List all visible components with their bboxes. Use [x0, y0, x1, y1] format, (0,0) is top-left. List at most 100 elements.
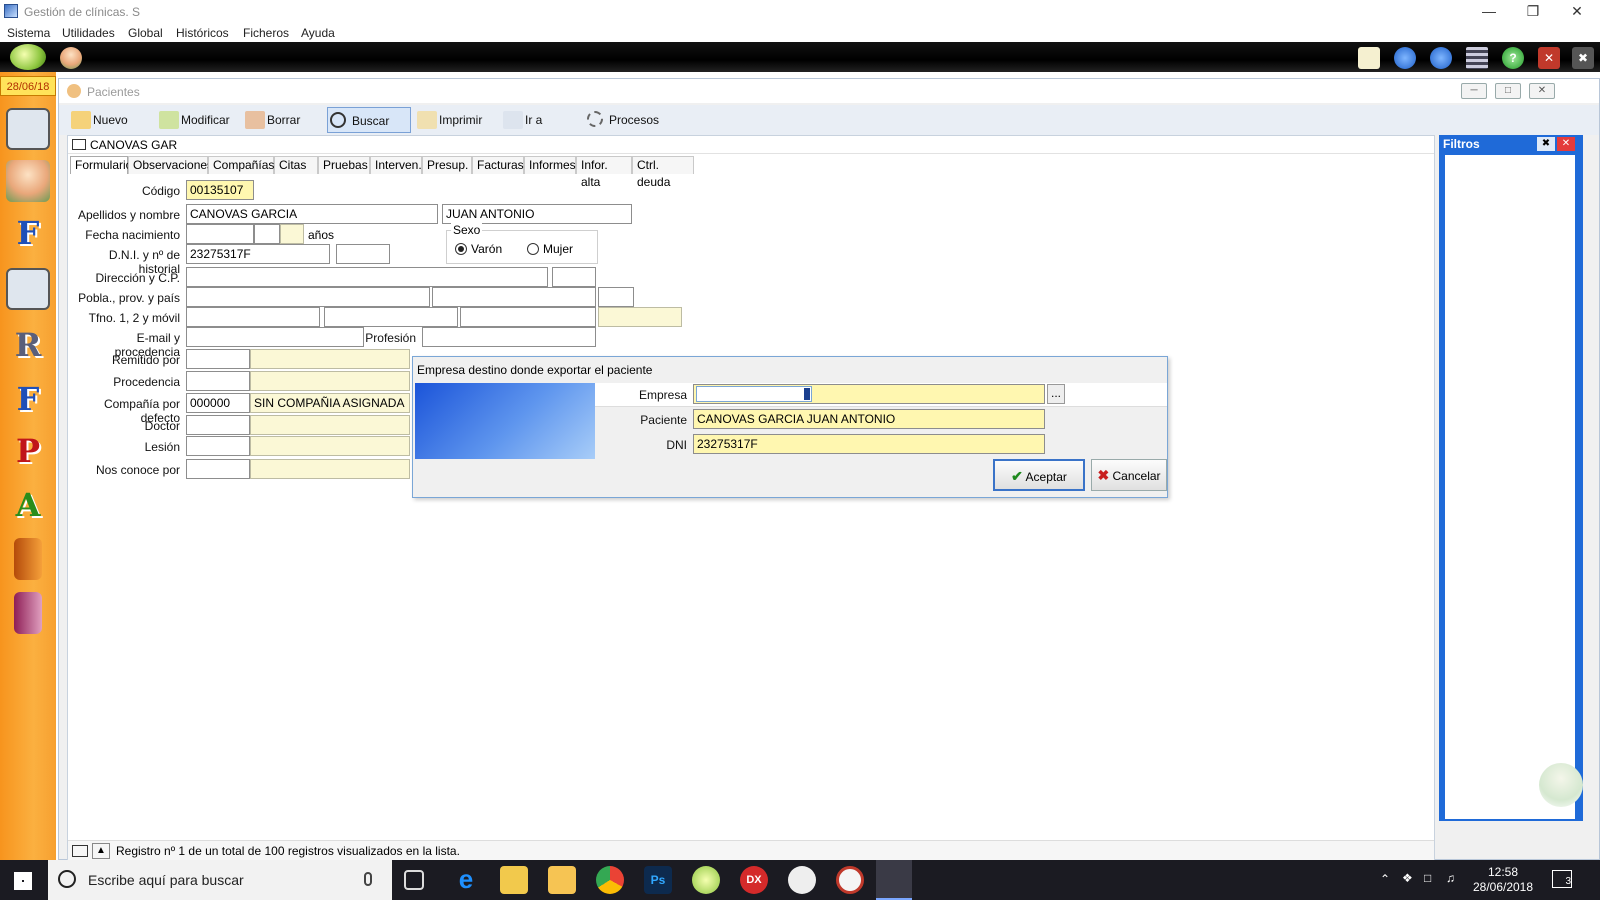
file-explorer-icon[interactable] [548, 866, 576, 894]
menu-ficheros[interactable]: Ficheros [243, 26, 289, 40]
clinic-app-icon[interactable] [692, 866, 720, 894]
taskbar-clock[interactable]: 12:58 28/06/2018 [1468, 865, 1538, 895]
mail-icon[interactable] [1358, 47, 1380, 69]
empresa-field[interactable] [693, 384, 1045, 404]
forward-arrow-icon[interactable] [1430, 47, 1452, 69]
dni-field[interactable]: 23275317F [186, 244, 330, 264]
tfno2-field[interactable] [324, 307, 458, 327]
compania-code-field[interactable]: 000000 [186, 393, 250, 413]
imprimir-button[interactable]: Imprimir [415, 107, 482, 133]
close-button[interactable]: ✕ [1554, 0, 1600, 24]
fecha-field[interactable] [186, 224, 254, 244]
tab-pruebas[interactable]: Pruebas [318, 156, 370, 174]
nombre-field[interactable]: JUAN ANTONIO [442, 204, 632, 224]
active-app-tab[interactable] [876, 860, 912, 900]
exit-icon[interactable]: ✖ [1572, 47, 1594, 69]
mujer-radio[interactable] [527, 243, 539, 255]
menu-utilidades[interactable]: Utilidades [62, 26, 115, 40]
record-card-icon[interactable] [72, 845, 88, 857]
provincia-field[interactable] [432, 287, 596, 307]
nuevo-button[interactable]: Nuevo [69, 107, 128, 133]
doctor-code-field[interactable] [186, 415, 250, 435]
modificar-button[interactable]: Modificar [157, 107, 230, 133]
help-icon[interactable]: ? [1502, 47, 1524, 69]
nosconoce-code-field[interactable] [186, 459, 250, 479]
sidebar-letter-p-icon[interactable]: P [6, 430, 50, 472]
email-field[interactable] [186, 327, 364, 347]
tab-infor-alta[interactable]: Infor. alta [576, 156, 632, 189]
pais-field[interactable] [598, 287, 634, 307]
mail-app-icon[interactable] [500, 866, 528, 894]
filters-close-icon[interactable]: ✕ [1557, 137, 1575, 151]
chrome-icon[interactable] [596, 866, 624, 894]
sidebar-letter-r-icon[interactable]: R [6, 324, 50, 366]
varon-radio[interactable] [455, 243, 467, 255]
tab-citas[interactable]: Citas [274, 156, 318, 174]
remitido-code-field[interactable] [186, 349, 250, 369]
book-purple-icon[interactable] [14, 592, 42, 634]
menu-sistema[interactable]: Sistema [7, 26, 50, 40]
restore-button[interactable]: ❐ [1510, 0, 1556, 24]
sidebar-letter-f-icon[interactable]: F [6, 212, 50, 254]
empresa-browse-button[interactable]: ... [1047, 384, 1065, 404]
procedencia-code-field[interactable] [186, 371, 250, 391]
network-icon[interactable]: □ [1424, 871, 1431, 885]
apellidos-field[interactable]: CANOVAS GARCIA [186, 204, 438, 224]
patients-minimize-button[interactable]: ─ [1461, 83, 1487, 99]
tfno1-field[interactable] [186, 307, 320, 327]
borrar-button[interactable]: Borrar [243, 107, 300, 133]
profesion-field[interactable] [422, 327, 596, 347]
volume-icon[interactable]: ♫ [1446, 871, 1455, 885]
sidebar-letter-f2-icon[interactable]: F [6, 378, 50, 420]
historial-field[interactable] [336, 244, 390, 264]
poblacion-field[interactable] [186, 287, 430, 307]
menu-historicos[interactable]: Históricos [176, 26, 229, 40]
aceptar-button[interactable]: ✔ Aceptar [993, 459, 1085, 491]
notifications-icon[interactable]: 3 [1552, 870, 1572, 888]
patients-close-button[interactable]: ✕ [1529, 83, 1555, 99]
chevron-up-icon[interactable]: ▲ [92, 843, 110, 859]
app-red-icon[interactable] [836, 866, 864, 894]
microphone-icon[interactable] [364, 872, 372, 886]
tab-presup[interactable]: Presup. [422, 156, 472, 174]
dropbox-icon[interactable]: ❖ [1402, 871, 1413, 885]
minimize-button[interactable]: — [1466, 0, 1512, 24]
procesos-button[interactable]: Procesos [585, 107, 659, 133]
tab-informes[interactable]: Informes [524, 156, 576, 174]
buscar-button[interactable]: Buscar [327, 107, 411, 133]
lesion-code-field[interactable] [186, 436, 250, 456]
tab-interven[interactable]: Interven. [370, 156, 422, 174]
movil-field[interactable] [460, 307, 596, 327]
assistant-avatar-icon[interactable] [1539, 763, 1583, 807]
codigo-field[interactable]: 00135107 [186, 180, 254, 200]
dx-app-icon[interactable]: DX [740, 866, 768, 894]
patient-icon[interactable] [6, 160, 50, 202]
tab-facturas[interactable]: Facturas [472, 156, 524, 174]
home-globe-icon[interactable] [10, 44, 46, 70]
cancelar-button[interactable]: ✖ Cancelar [1091, 459, 1167, 491]
taskbar-search[interactable]: Escribe aquí para buscar [48, 860, 392, 900]
user-icon[interactable] [60, 47, 82, 69]
tab-ctrl-deuda[interactable]: Ctrl. deuda [632, 156, 694, 189]
photoshop-icon[interactable]: Ps [644, 866, 672, 894]
back-arrow-icon[interactable] [1394, 47, 1416, 69]
schedule-icon[interactable] [6, 268, 50, 310]
cp-field[interactable] [552, 267, 596, 287]
tab-observaciones[interactable]: Observaciones [128, 156, 213, 174]
task-view-icon[interactable] [404, 870, 424, 890]
close-app-icon[interactable]: ✕ [1538, 47, 1560, 69]
tab-formulario[interactable]: Formulario [70, 156, 132, 174]
sidebar-letter-a-icon[interactable]: A [6, 484, 50, 526]
patients-maximize-button[interactable]: □ [1495, 83, 1521, 99]
list-icon[interactable] [1466, 47, 1488, 69]
edge-icon[interactable]: e [452, 866, 480, 894]
book-orange-icon[interactable] [14, 538, 42, 580]
tray-chevron-up-icon[interactable]: ⌃ [1380, 872, 1390, 886]
menu-global[interactable]: Global [128, 26, 163, 40]
fecha-extra-field[interactable] [254, 224, 280, 244]
teamviewer-icon[interactable] [788, 866, 816, 894]
ir-a-button[interactable]: Ir a [501, 107, 542, 133]
tab-companias[interactable]: Compañías [208, 156, 274, 174]
direccion-field[interactable] [186, 267, 548, 287]
windows-start-icon[interactable] [14, 872, 32, 890]
